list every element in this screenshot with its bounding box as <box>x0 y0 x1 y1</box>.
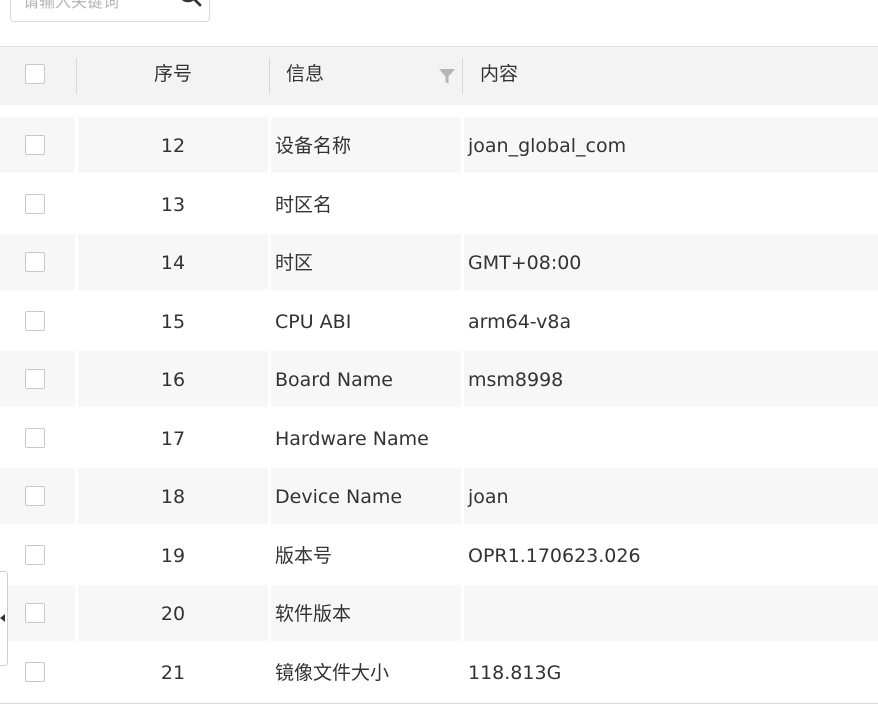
cell-index: 21 <box>160 661 186 684</box>
cell-content: msm8998 <box>468 369 564 391</box>
cell-info: Hardware Name <box>275 427 429 450</box>
table-row[interactable]: 12 设备名称 joan_global_com <box>0 117 878 173</box>
cell-index: 17 <box>160 427 186 450</box>
cell-info: 设备名称 <box>275 135 352 157</box>
cell-separator <box>461 585 464 641</box>
column-header-index[interactable]: 序号 <box>77 47 269 105</box>
search-icon[interactable] <box>177 0 203 11</box>
cell-separator <box>461 175 464 232</box>
row-checkbox[interactable] <box>25 486 45 506</box>
cell-content: joan <box>468 486 509 508</box>
cell-separator <box>461 643 464 700</box>
filter-icon[interactable] <box>437 66 457 86</box>
cell-info: 版本号 <box>275 544 333 567</box>
cell-info: CPU ABI <box>275 310 352 333</box>
cell-index: 16 <box>160 369 186 391</box>
table-row[interactable]: 14 时区 GMT+08:00 <box>0 234 878 290</box>
cell-info: Board Name <box>275 369 393 391</box>
cell-content: joan_global_com <box>468 135 627 157</box>
search-input[interactable] <box>23 0 173 21</box>
cell-separator <box>461 117 464 173</box>
table-row[interactable]: 13 时区名 <box>0 175 878 232</box>
column-divider <box>269 58 270 94</box>
cell-index: 18 <box>160 486 186 508</box>
cell-separator <box>461 234 464 290</box>
cell-content: GMT+08:00 <box>468 252 582 274</box>
collapse-arrow-icon[interactable] <box>0 614 5 622</box>
collapse-handle[interactable] <box>0 571 8 666</box>
cell-info: 时区 <box>275 252 314 274</box>
table-row[interactable]: 19 版本号 OPR1.170623.026 <box>0 526 878 583</box>
cell-content: OPR1.170623.026 <box>468 544 641 567</box>
cell-index: 12 <box>160 135 186 157</box>
cell-info: 时区名 <box>275 193 333 216</box>
cell-separator <box>461 409 464 466</box>
table-row[interactable]: 21 镜像文件大小 118.813G <box>0 643 878 700</box>
table-row[interactable]: 20 软件版本 <box>0 585 878 641</box>
cell-content: arm64-v8a <box>468 310 572 333</box>
row-checkbox[interactable] <box>25 661 45 682</box>
cell-info: Device Name <box>275 486 403 508</box>
row-checkbox[interactable] <box>25 544 45 565</box>
row-checkbox[interactable] <box>25 193 45 214</box>
cell-separator <box>461 292 464 349</box>
table-header: 序号 信息 内容 <box>0 46 878 105</box>
table-row[interactable]: 18 Device Name joan <box>0 468 878 524</box>
table-row[interactable]: 15 CPU ABI arm64-v8a <box>0 292 878 349</box>
cell-separator <box>461 468 464 524</box>
cell-content: 118.813G <box>468 661 562 684</box>
cell-info: 镜像文件大小 <box>275 661 390 684</box>
column-divider <box>462 58 463 94</box>
cell-index: 20 <box>160 603 186 625</box>
row-checkbox[interactable] <box>25 310 45 331</box>
cell-separator <box>461 526 464 583</box>
row-checkbox[interactable] <box>25 369 45 389</box>
cell-info: 软件版本 <box>275 603 352 625</box>
cell-index: 19 <box>160 544 186 567</box>
column-header-info[interactable]: 信息 <box>286 47 324 105</box>
table-row[interactable]: 16 Board Name msm8998 <box>0 351 878 407</box>
column-header-content[interactable]: 内容 <box>480 47 518 105</box>
cell-index: 14 <box>160 252 186 274</box>
row-checkbox[interactable] <box>25 427 45 448</box>
search-box[interactable] <box>10 0 210 22</box>
cell-separator <box>461 351 464 407</box>
row-checkbox[interactable] <box>25 252 45 272</box>
cell-index: 13 <box>160 193 186 216</box>
cell-index: 15 <box>160 310 186 333</box>
table-row[interactable]: 17 Hardware Name <box>0 409 878 466</box>
table-bottom-border <box>0 703 878 704</box>
row-checkbox[interactable] <box>25 603 45 623</box>
row-checkbox[interactable] <box>25 135 45 155</box>
select-all-checkbox[interactable] <box>25 64 45 84</box>
